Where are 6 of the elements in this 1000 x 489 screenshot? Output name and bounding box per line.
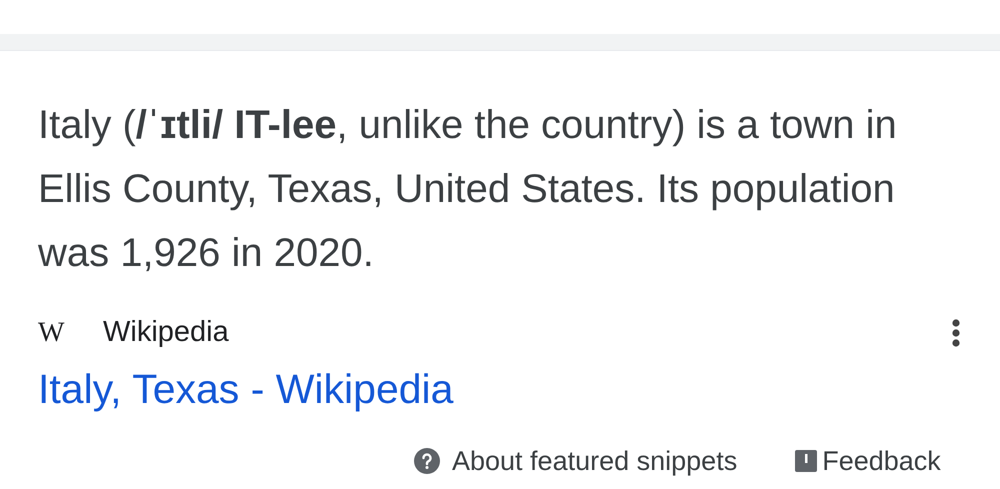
result-link[interactable]: Italy, Texas - Wikipedia <box>38 361 454 417</box>
snippet-text: Italy (/ˈɪtli/ IT-lee, unlike the country) is a town in Ellis County, Texas, United States. Its population was 1,926 in 2020. <box>38 102 898 277</box>
wikipedia-logo-icon: W <box>38 319 74 347</box>
about-snippets-button[interactable]: About featured snippets <box>414 440 738 482</box>
source-name: Wikipedia <box>103 315 229 350</box>
feedback-button[interactable]: Feedback <box>794 440 941 482</box>
